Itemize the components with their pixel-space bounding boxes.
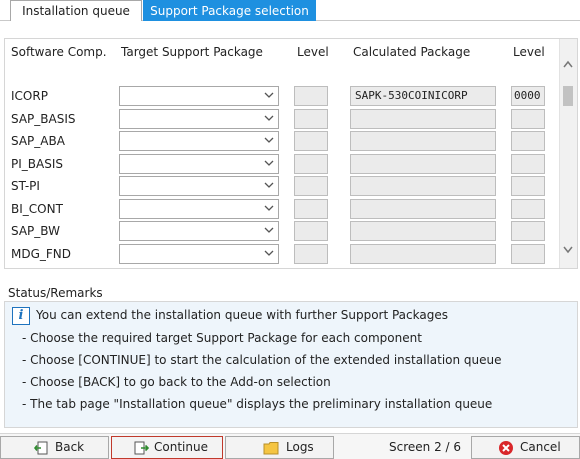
- chevron-down-icon: [264, 92, 274, 98]
- screen-indicator: Screen 2 / 6: [389, 440, 462, 454]
- calculated-level-field: [511, 154, 545, 174]
- target-support-package-select[interactable]: [119, 86, 279, 106]
- target-support-package-select[interactable]: [119, 154, 279, 174]
- header-calculated-package: Calculated Package: [353, 45, 471, 59]
- chevron-down-icon: [264, 137, 274, 143]
- calculated-level-field: [511, 131, 545, 151]
- continue-button[interactable]: Continue: [111, 436, 223, 459]
- target-support-package-select[interactable]: [119, 131, 279, 151]
- target-level-field: [294, 199, 328, 219]
- target-level-field: [294, 221, 328, 241]
- tab-support-package-selection[interactable]: Support Package selection: [143, 0, 316, 21]
- calculated-package-field: [350, 154, 496, 174]
- calculated-package-field: [350, 244, 496, 264]
- chevron-down-icon: [264, 182, 274, 188]
- status-bullet: - The tab page "Installation queue" disp…: [22, 397, 493, 411]
- chevron-down-icon: [264, 205, 274, 211]
- component-name: MDG_FND: [11, 247, 72, 261]
- info-icon: i: [12, 307, 30, 325]
- status-bullet: - Choose [CONTINUE] to start the calcula…: [22, 353, 502, 367]
- calculated-package-field: [350, 131, 496, 151]
- target-level-field: [294, 176, 328, 196]
- target-support-package-select[interactable]: [119, 109, 279, 129]
- component-name: ST-PI: [11, 179, 40, 193]
- scroll-down-icon[interactable]: [563, 246, 573, 254]
- calculated-level-field: [511, 199, 545, 219]
- calculated-package-field: [350, 176, 496, 196]
- header-target-support-package: Target Support Package: [121, 45, 263, 59]
- calculated-level-field: [511, 109, 545, 129]
- component-name: PI_BASIS: [11, 157, 63, 171]
- component-name: SAP_BASIS: [11, 112, 76, 126]
- chevron-down-icon: [264, 250, 274, 256]
- calculated-level-field: [511, 221, 545, 241]
- scroll-up-icon[interactable]: [563, 60, 573, 68]
- status-bullet: - Choose [BACK] to go back to the Add-on…: [22, 375, 331, 389]
- table-scrollbar[interactable]: [559, 39, 577, 268]
- back-arrow-icon: [34, 441, 48, 455]
- cancel-button[interactable]: Cancel: [471, 436, 580, 459]
- status-info-text: You can extend the installation queue wi…: [36, 308, 448, 322]
- target-support-package-select[interactable]: [119, 221, 279, 241]
- header-level: Level: [297, 45, 329, 59]
- target-level-field: [294, 244, 328, 264]
- component-name: SAP_ABA: [11, 134, 65, 148]
- calculated-level-field: 0000: [511, 86, 545, 106]
- tab-installation-queue[interactable]: Installation queue: [10, 0, 142, 21]
- component-name: SAP_BW: [11, 224, 60, 238]
- calculated-level-field: [511, 176, 545, 196]
- target-level-field: [294, 154, 328, 174]
- logs-button[interactable]: Logs: [225, 436, 334, 459]
- header-software-comp: Software Comp.: [11, 45, 107, 59]
- component-name: ICORP: [11, 89, 48, 103]
- calculated-package-field: SAPK-530COINICORP: [350, 86, 496, 106]
- logs-label: Logs: [286, 440, 314, 454]
- calculated-level-field: [511, 244, 545, 264]
- folder-icon: [263, 442, 279, 455]
- component-name: BI_CONT: [11, 202, 63, 216]
- continue-label: Continue: [154, 440, 208, 454]
- calculated-package-field: [350, 109, 496, 129]
- status-bullet: - Choose the required target Support Pac…: [22, 331, 422, 345]
- cancel-icon: [499, 441, 513, 455]
- scrollbar-thumb[interactable]: [563, 86, 573, 106]
- chevron-down-icon: [264, 227, 274, 233]
- target-level-field: [294, 109, 328, 129]
- calculated-package-field: [350, 199, 496, 219]
- cancel-label: Cancel: [520, 440, 561, 454]
- header-level-calculated: Level: [513, 45, 545, 59]
- chevron-down-icon: [264, 115, 274, 121]
- target-support-package-select[interactable]: [119, 244, 279, 264]
- status-title: Status/Remarks: [8, 286, 103, 300]
- target-level-field: [294, 86, 328, 106]
- target-level-field: [294, 131, 328, 151]
- chevron-down-icon: [264, 160, 274, 166]
- calculated-package-field: [350, 221, 496, 241]
- back-label: Back: [55, 440, 85, 454]
- target-support-package-select[interactable]: [119, 199, 279, 219]
- continue-arrow-icon: [134, 441, 149, 455]
- back-button[interactable]: Back: [0, 436, 109, 459]
- target-support-package-select[interactable]: [119, 176, 279, 196]
